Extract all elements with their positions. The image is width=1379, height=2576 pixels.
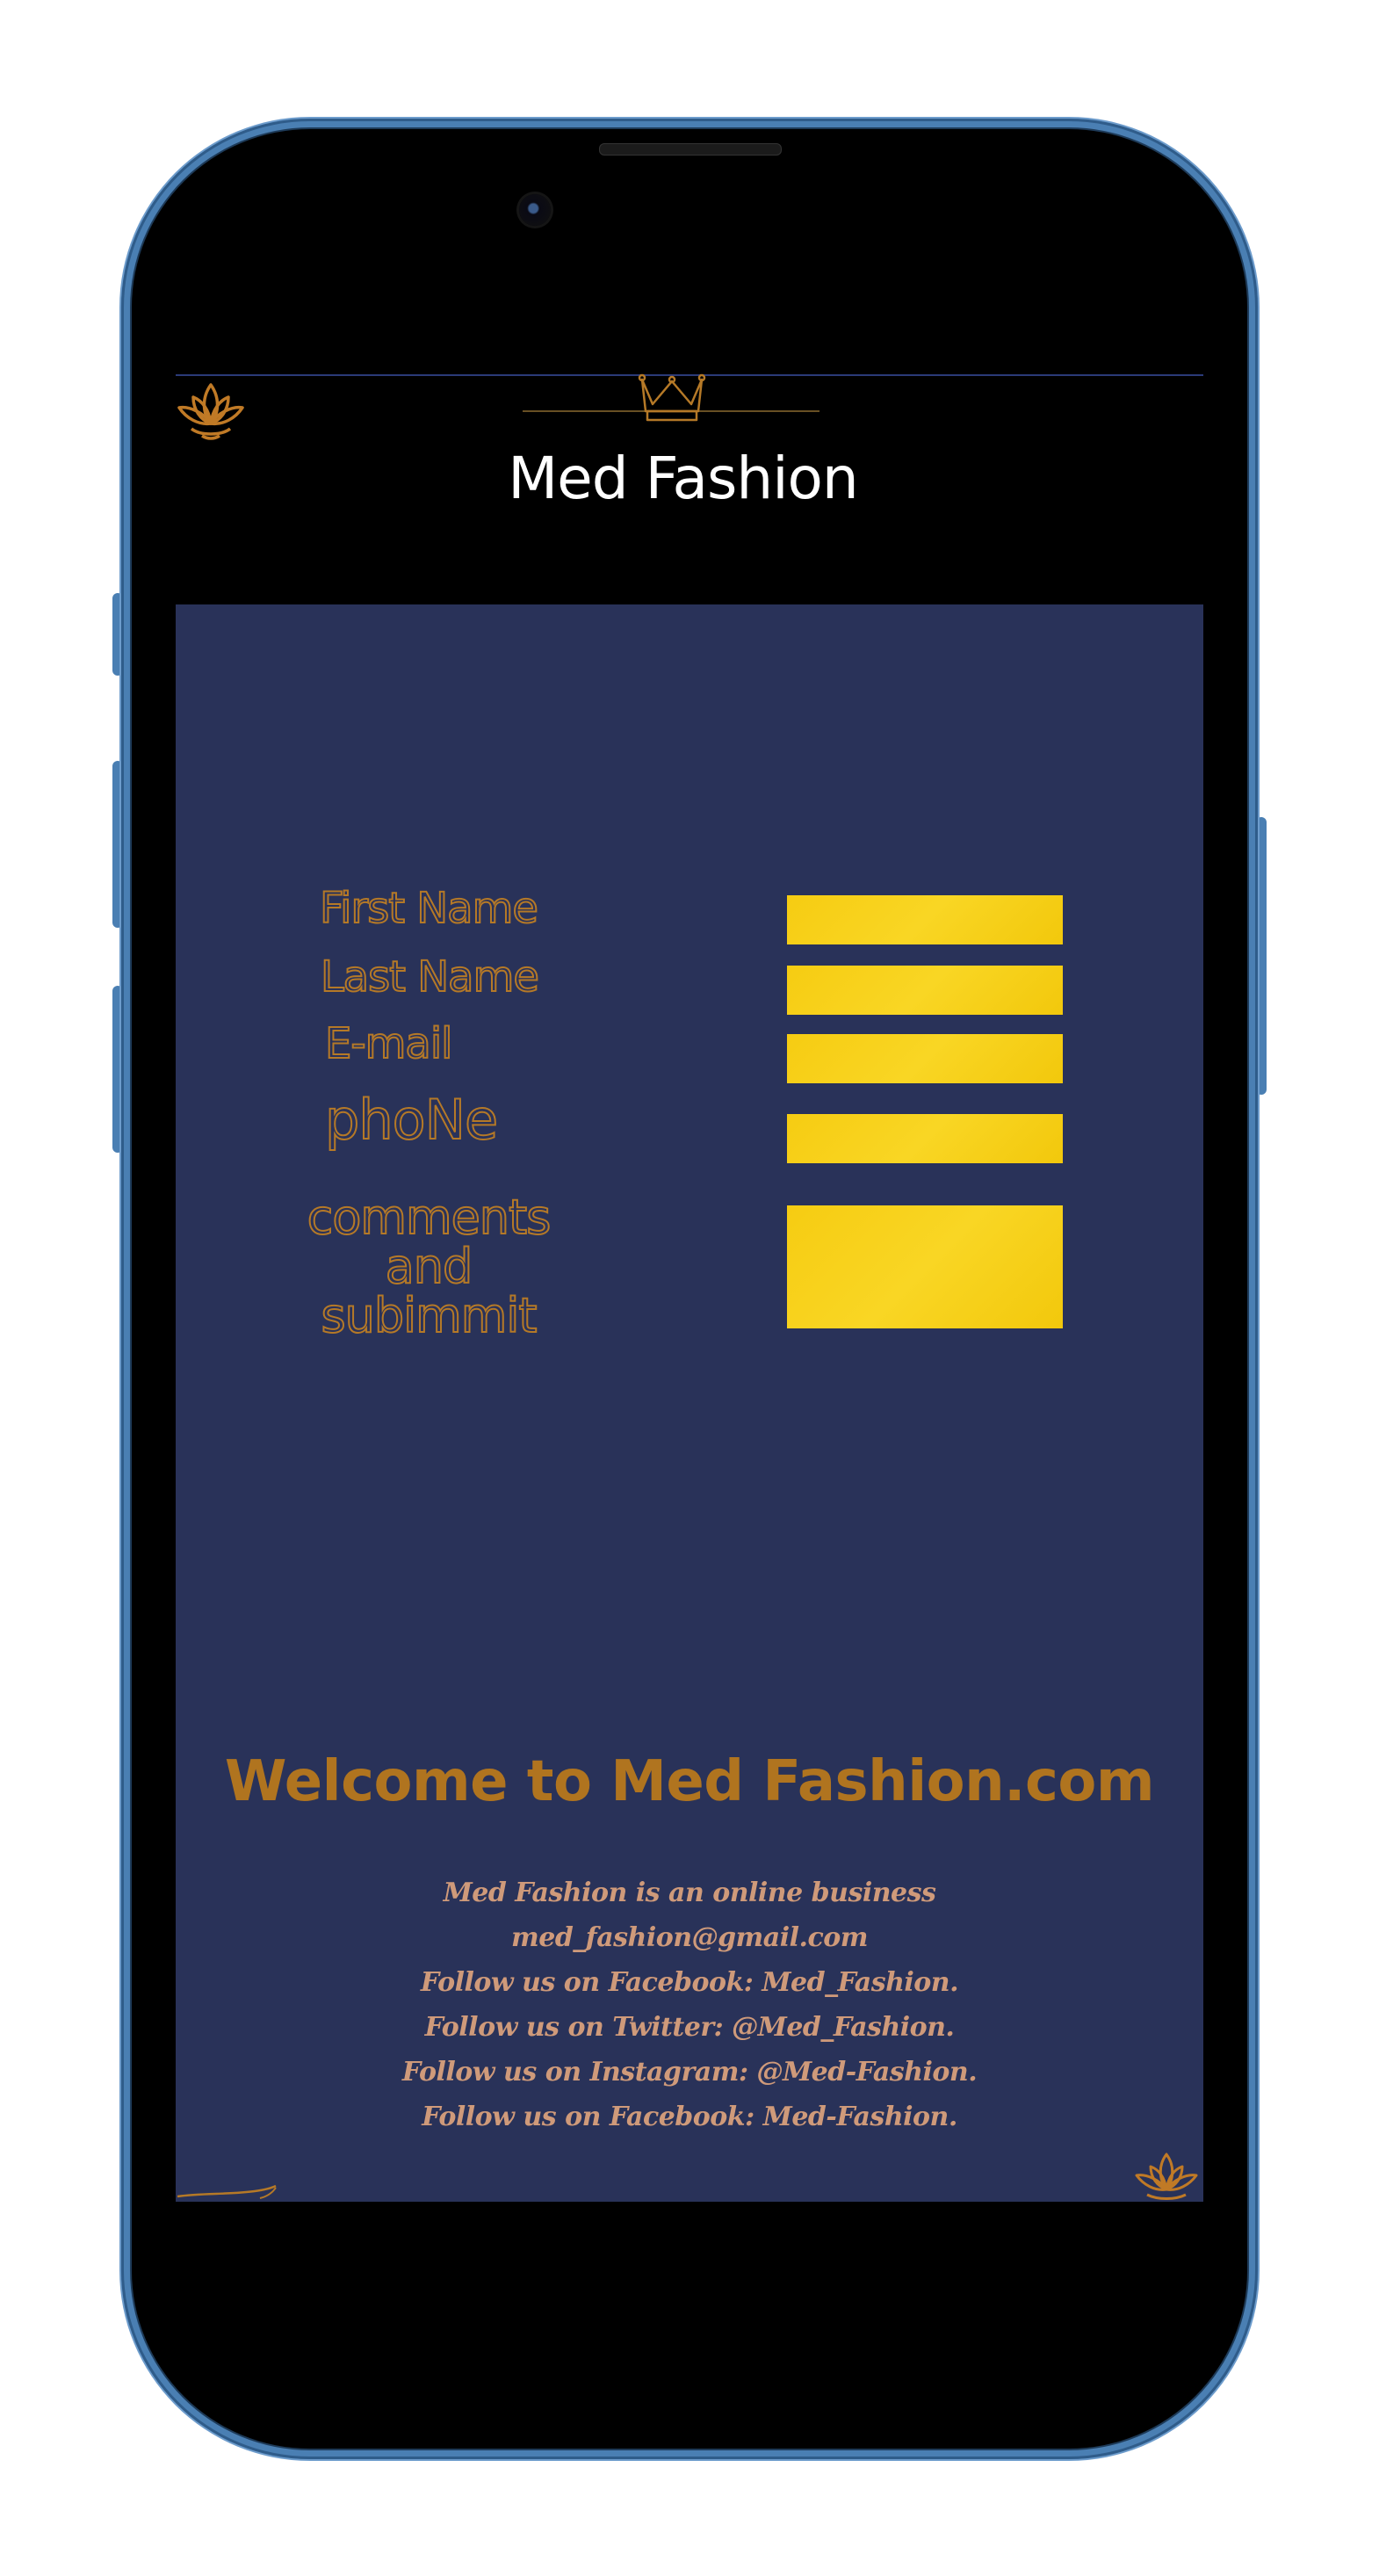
email-field[interactable]: [787, 1034, 1063, 1083]
earpiece-speaker: [599, 143, 782, 156]
first-name-label: First Name: [319, 883, 539, 934]
email-label: E-mail: [324, 1018, 453, 1069]
swirl-ornament: [177, 2184, 277, 2199]
facebook-line-2: Follow us on Facebook: Med-Fashion.: [422, 2102, 957, 2132]
lotus-icon: [1135, 2153, 1198, 2200]
comments-field[interactable]: [787, 1205, 1063, 1328]
form-panel: First Name Last Name E-mail phoNe commen…: [176, 604, 1203, 2202]
welcome-heading: Welcome to Med Fashion.com: [224, 1749, 1155, 1814]
phone-label: phoNe: [324, 1087, 499, 1153]
front-camera: [519, 194, 551, 226]
about-line: Med Fashion is an online business: [443, 1878, 936, 1908]
facebook-line: Follow us on Facebook: Med_Fashion.: [420, 1967, 959, 1998]
email-line: med_fashion@gmail.com: [511, 1922, 868, 1953]
app-screen: Med Fashion First Name Last Name E-mail …: [176, 373, 1203, 2203]
twitter-line: Follow us on Twitter: @Med_Fashion.: [424, 2012, 955, 2043]
app-title: Med Fashion: [508, 445, 859, 512]
lotus-icon: [177, 383, 244, 440]
first-name-field[interactable]: [787, 895, 1063, 944]
contact-info: Med Fashion is an online business med_fa…: [176, 1870, 1203, 2139]
comments-label: comments and subimmit: [307, 1190, 552, 1343]
instagram-line: Follow us on Instagram: @Med-Fashion.: [401, 2057, 978, 2088]
crown-icon: [523, 373, 819, 422]
last-name-label: Last Name: [320, 952, 540, 1002]
phone-field[interactable]: [787, 1114, 1063, 1163]
last-name-field[interactable]: [787, 966, 1063, 1015]
